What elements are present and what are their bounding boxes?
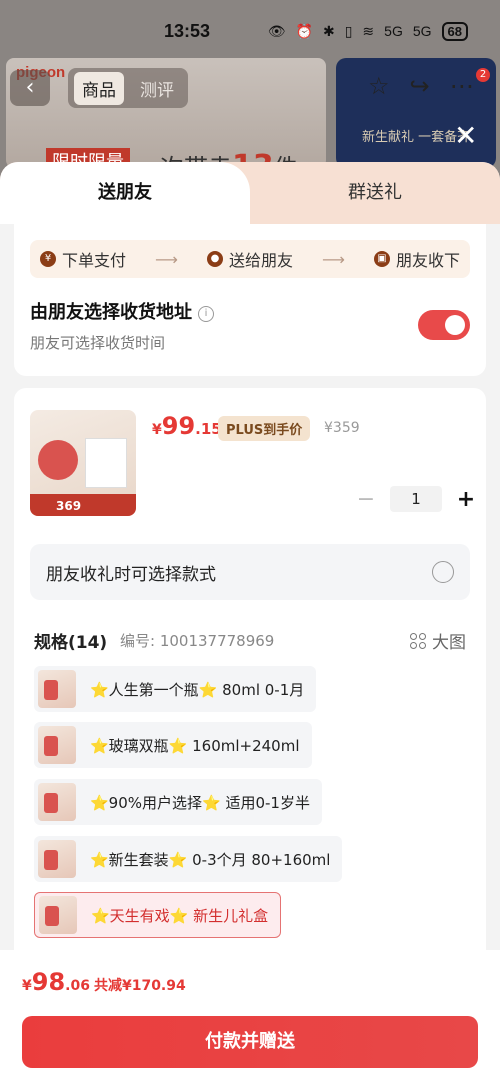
original-price: ¥359 xyxy=(324,420,360,436)
cart-badge: 2 xyxy=(476,68,490,82)
signal-icon: 5G xyxy=(384,23,403,39)
minus-button[interactable]: − xyxy=(354,487,378,512)
spec-number: 编号: 100137778969 xyxy=(120,632,275,650)
vibrate-icon: ▯ xyxy=(344,22,353,39)
spec-option[interactable]: ⭐玻璃双瓶⭐ 160ml+240ml xyxy=(34,722,312,768)
info-icon[interactable]: i xyxy=(198,306,214,322)
more-icon[interactable]: ⋯ xyxy=(450,72,474,100)
close-icon[interactable]: ✕ xyxy=(454,122,477,150)
grid-icon xyxy=(410,632,426,649)
bluetooth-icon: ✱ xyxy=(322,22,335,39)
flow-step-send: 送给朋友 xyxy=(229,251,294,270)
big-image-button[interactable]: 大图 xyxy=(410,628,466,653)
tab-product[interactable]: 商品 xyxy=(74,71,124,105)
saved-amount: 共减¥170.94 xyxy=(93,978,186,994)
quantity-stepper: − 1 + xyxy=(354,486,478,512)
flow-step-pay: 下单支付 xyxy=(62,251,127,270)
chat-icon: ● xyxy=(207,251,223,267)
signal-icon-2: 5G xyxy=(412,23,432,39)
product-image-price: 369 xyxy=(56,499,82,513)
address-subtitle: 朋友可选择收货时间 xyxy=(30,334,166,352)
header-icons: ☆ ↪ ⋯ xyxy=(368,72,474,100)
spec-thumbnail xyxy=(39,896,77,934)
back-button[interactable]: ‹ xyxy=(10,70,50,106)
friend-choose-style-label: 朋友收礼时可选择款式 xyxy=(46,565,216,585)
product-price: ¥99.15 xyxy=(152,412,222,440)
eye-icon: 👁 xyxy=(267,22,286,39)
arrow-icon: ⟶ xyxy=(322,249,345,269)
spec-thumbnail xyxy=(38,783,76,821)
star-icon[interactable]: ☆ xyxy=(368,72,390,100)
spec-option[interactable]: ⭐90%用户选择⭐ 适用0-1岁半 xyxy=(34,779,322,825)
product-card: 369 ¥99.15 PLUS到手价 ¥359 − 1 + 朋友收礼时可选择款式… xyxy=(14,388,486,968)
spec-option-selected[interactable]: ⭐天生有戏⭐ 新生儿礼盒 xyxy=(34,892,282,938)
gift-sheet: 送朋友 群送礼 ¥ 下单支付 ⟶ ● 送给朋友 ⟶ ▣ 朋友收下 由朋友选择收货地址 i… xyxy=(0,162,500,1085)
spec-option[interactable]: ⭐新生套装⭐ 0-3个月 80+160ml xyxy=(34,836,343,882)
pay-and-send-button[interactable]: 付款并赠送 xyxy=(22,1016,478,1068)
friend-choose-style-option[interactable]: 朋友收礼时可选择款式 xyxy=(30,544,470,600)
product-image[interactable]: 369 xyxy=(30,410,136,516)
status-time: 13:53 xyxy=(164,20,211,41)
status-bar: 13:53 👁 ⏰ ✱ ▯ ≋ 5G 5G 68 xyxy=(0,0,500,62)
plus-button[interactable]: + xyxy=(454,487,478,512)
quantity-value[interactable]: 1 xyxy=(390,486,442,512)
spec-thumbnail xyxy=(38,726,76,764)
flow-step-receive: 朋友收下 xyxy=(396,251,461,270)
gift-tabs: 送朋友 群送礼 xyxy=(0,162,500,224)
spec-thumbnail xyxy=(38,840,76,878)
plus-price-tag: PLUS到手价 xyxy=(218,416,311,441)
arrow-icon: ⟶ xyxy=(155,249,178,269)
gift-icon: ▣ xyxy=(374,251,390,267)
gift-settings-card: ¥ 下单支付 ⟶ ● 送给朋友 ⟶ ▣ 朋友收下 由朋友选择收货地址 i 朋友可选择收货… xyxy=(14,224,486,376)
spec-title: 规格(14) xyxy=(34,633,108,653)
radio-icon[interactable] xyxy=(432,561,454,583)
gift-flow: ¥ 下单支付 ⟶ ● 送给朋友 ⟶ ▣ 朋友收下 xyxy=(30,240,470,278)
yuan-icon: ¥ xyxy=(40,251,56,267)
tab-send-friend[interactable]: 送朋友 xyxy=(0,162,250,224)
address-title: 由朋友选择收货地址 i xyxy=(30,298,214,324)
share-icon[interactable]: ↪ xyxy=(410,72,430,100)
tab-review[interactable]: 测评 xyxy=(132,72,182,105)
battery-icon: 68 xyxy=(441,21,468,41)
checkout-footer: ¥98.06 共减¥170.94 付款并赠送 xyxy=(0,950,500,1085)
address-toggle[interactable] xyxy=(418,310,470,340)
tab-group-gift[interactable]: 群送礼 xyxy=(250,162,500,224)
spec-option[interactable]: ⭐人生第一个瓶⭐ 80ml 0-1月 xyxy=(34,666,317,712)
page-tabs: 商品 测评 xyxy=(68,68,188,108)
alarm-icon: ⏰ xyxy=(295,22,313,39)
spec-thumbnail xyxy=(38,670,76,708)
total-price: ¥98.06 共减¥170.94 xyxy=(22,968,186,996)
wifi-icon: ≋ xyxy=(362,22,375,39)
